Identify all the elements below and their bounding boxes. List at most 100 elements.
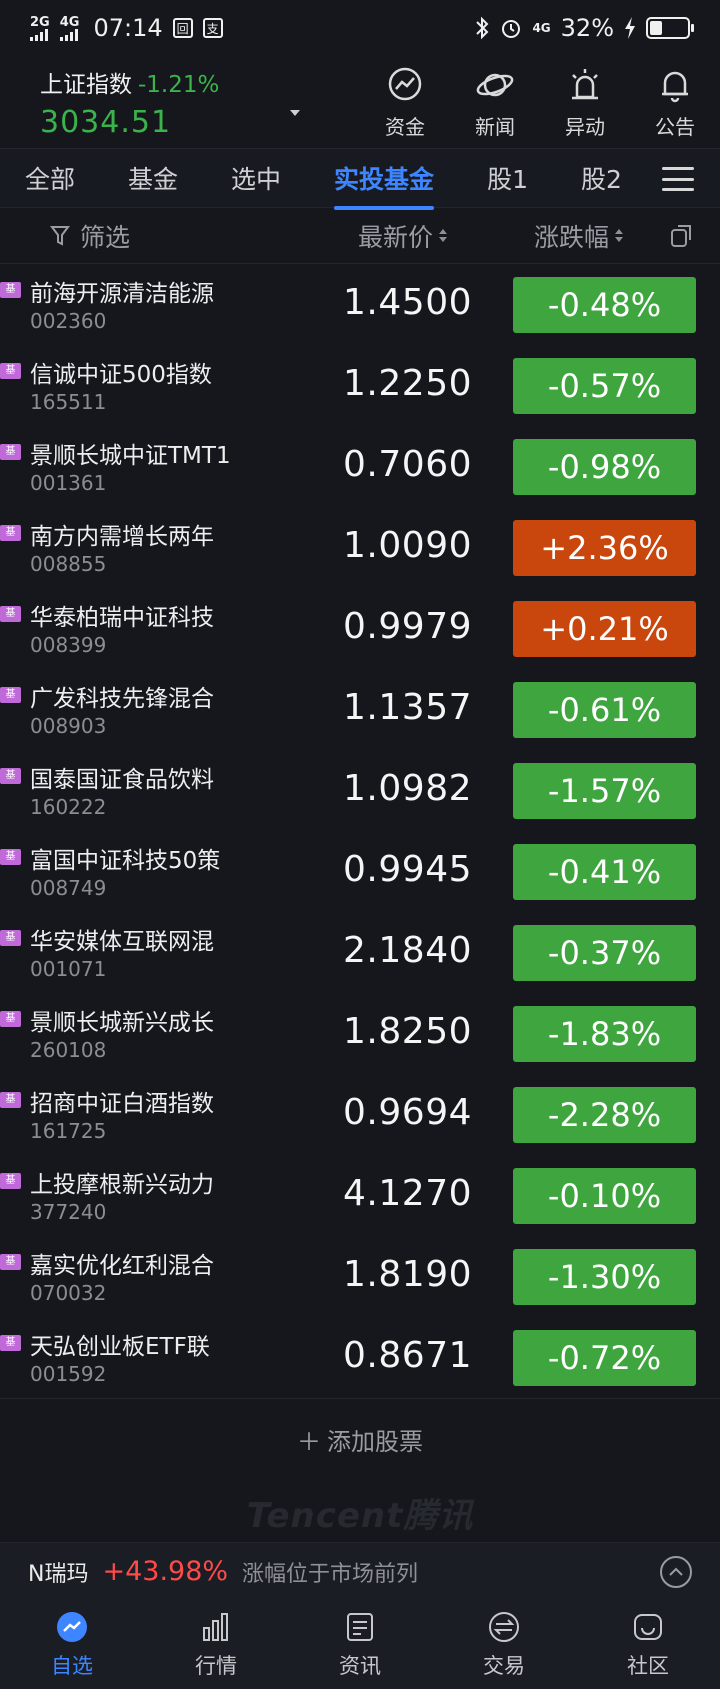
fund-row[interactable]: 基前海开源清洁能源 002360 1.4500 -0.48% xyxy=(0,264,720,345)
nav-trade[interactable]: 交易 xyxy=(432,1600,576,1689)
chevron-up-icon[interactable] xyxy=(660,1556,692,1588)
fund-code: 160222 xyxy=(30,795,107,819)
caret-down-icon[interactable] xyxy=(290,110,300,116)
fund-name: 国泰国证食品饮料 xyxy=(30,767,214,793)
fund-code: 008399 xyxy=(30,633,107,657)
nav-favorites[interactable]: 自选 xyxy=(0,1600,144,1689)
fund-price: 0.9979 xyxy=(343,606,472,647)
fund-change-badge[interactable]: -1.57% xyxy=(513,763,696,819)
battery-icon xyxy=(646,17,694,39)
fund-badge: 基 xyxy=(0,1173,21,1189)
nav-news[interactable]: 资讯 xyxy=(288,1600,432,1689)
fund-change-badge[interactable]: +0.21% xyxy=(513,601,696,657)
fund-row[interactable]: 基景顺长城新兴成长 260108 1.8250 -1.83% xyxy=(0,993,720,1074)
fund-row[interactable]: 基富国中证科技50策 008749 0.9945 -0.41% xyxy=(0,831,720,912)
fund-label: 资金 xyxy=(385,114,425,139)
fund-name: 信诚中证500指数 xyxy=(30,362,212,388)
fund-price: 4.1270 xyxy=(343,1173,472,1214)
fund-badge: 基 xyxy=(0,525,21,541)
news-label: 新闻 xyxy=(475,114,515,139)
sort-price-button[interactable]: 最新价 xyxy=(358,218,448,254)
fund-change-badge[interactable]: -2.28% xyxy=(513,1087,696,1143)
fund-code: 070032 xyxy=(30,1281,107,1305)
fund-name: 景顺长城新兴成长 xyxy=(30,1010,214,1036)
fund-change-badge[interactable]: -0.10% xyxy=(513,1168,696,1224)
nav-community[interactable]: 社区 xyxy=(576,1600,720,1689)
fund-name: 广发科技先锋混合 xyxy=(30,686,214,712)
fund-price: 0.9694 xyxy=(343,1092,472,1133)
fund-badge: 基 xyxy=(0,606,21,622)
fund-row[interactable]: 基广发科技先锋混合 008903 1.1357 -0.61% xyxy=(0,669,720,750)
bottom-navigation: 自选 行情 资讯 交易 社区 xyxy=(0,1600,720,1689)
fund-change-badge[interactable]: -1.30% xyxy=(513,1249,696,1305)
fund-name: 前海开源清洁能源 xyxy=(30,281,214,307)
fund-badge: 基 xyxy=(0,849,21,865)
fund-row[interactable]: 基天弘创业板ETF联 001592 0.8671 -0.72% xyxy=(0,1317,720,1398)
fund-row[interactable]: 基南方内需增长两年 008855 1.0090 +2.36% xyxy=(0,507,720,588)
fund-name: 景顺长城中证TMT1 xyxy=(30,443,231,469)
fund-code: 002360 xyxy=(30,309,107,333)
nav-news-label: 资讯 xyxy=(339,1653,381,1678)
fund-change-badge[interactable]: -0.37% xyxy=(513,925,696,981)
announcement-button[interactable]: 公告 xyxy=(630,65,720,140)
bluetooth-icon xyxy=(476,16,489,40)
tab-stock1[interactable]: 股1 xyxy=(462,160,528,196)
fund-price: 1.1357 xyxy=(343,687,472,728)
battery-percent: 32% xyxy=(560,14,614,42)
menu-icon[interactable] xyxy=(662,167,694,191)
index-summary[interactable]: 上证指数 -1.21% 3034.51 xyxy=(40,65,320,140)
fund-code: 260108 xyxy=(30,1038,107,1062)
fund-change-badge[interactable]: +2.36% xyxy=(513,520,696,576)
tab-all[interactable]: 全部 xyxy=(0,160,75,196)
fund-name: 南方内需增长两年 xyxy=(30,524,214,550)
status-bar: 2G 4G 07:14 回 支 4G 32% xyxy=(0,0,720,56)
tab-real-fund[interactable]: 实投基金 xyxy=(309,160,435,210)
fund-name: 华安媒体互联网混 xyxy=(30,929,214,955)
fund-row[interactable]: 基嘉实优化红利混合 070032 1.8190 -1.30% xyxy=(0,1236,720,1317)
fund-price: 1.8190 xyxy=(343,1254,472,1295)
fund-row[interactable]: 基招商中证白酒指数 161725 0.9694 -2.28% xyxy=(0,1074,720,1155)
fund-badge: 基 xyxy=(0,930,21,946)
fund-row[interactable]: 基华泰柏瑞中证科技 008399 0.9979 +0.21% xyxy=(0,588,720,669)
fund-change-badge[interactable]: -0.98% xyxy=(513,439,696,495)
fund-change-badge[interactable]: -0.41% xyxy=(513,844,696,900)
movement-button[interactable]: 异动 xyxy=(540,65,630,140)
fund-row[interactable]: 基上投摩根新兴动力 377240 4.1270 -0.10% xyxy=(0,1155,720,1236)
filter-button[interactable]: 筛选 xyxy=(50,218,130,254)
change-column-label: 涨跌幅 xyxy=(534,222,610,252)
fund-code: 165511 xyxy=(30,390,107,414)
fund-price: 1.4500 xyxy=(343,282,472,323)
fund-row[interactable]: 基景顺长城中证TMT1 001361 0.7060 -0.98% xyxy=(0,426,720,507)
nav-community-label: 社区 xyxy=(627,1653,669,1678)
fund-button[interactable]: 资金 xyxy=(360,65,450,140)
market-ticker[interactable]: N瑞玛 +43.98% 涨幅位于市场前列 xyxy=(0,1542,720,1600)
fund-price: 0.8671 xyxy=(343,1335,472,1376)
nav-market[interactable]: 行情 xyxy=(144,1600,288,1689)
fund-price: 0.9945 xyxy=(343,849,472,890)
fund-code: 008903 xyxy=(30,714,107,738)
fund-price: 1.2250 xyxy=(343,363,472,404)
filter-icon xyxy=(50,225,70,246)
column-header: 筛选 最新价 涨跌幅 xyxy=(0,208,720,264)
fund-code: 161725 xyxy=(30,1119,107,1143)
news-button[interactable]: 新闻 xyxy=(450,65,540,140)
fund-change-badge[interactable]: -0.72% xyxy=(513,1330,696,1386)
tencent-logo: Tencent腾讯 xyxy=(246,1496,474,1536)
fund-change-badge[interactable]: -0.48% xyxy=(513,277,696,333)
fund-change-badge[interactable]: -1.83% xyxy=(513,1006,696,1062)
fund-row[interactable]: 基华安媒体互联网混 001071 2.1840 -0.37% xyxy=(0,912,720,993)
fund-badge: 基 xyxy=(0,1335,21,1351)
tab-selected[interactable]: 选中 xyxy=(206,160,281,196)
sort-change-button[interactable]: 涨跌幅 xyxy=(534,218,624,254)
fund-change-badge[interactable]: -0.61% xyxy=(513,682,696,738)
index-change: -1.21% xyxy=(138,71,220,98)
tab-stock2[interactable]: 股2 xyxy=(556,160,622,196)
copy-icon[interactable] xyxy=(668,222,696,250)
fund-change-badge[interactable]: -0.57% xyxy=(513,358,696,414)
app-notification-icon: 支 xyxy=(202,18,223,38)
fund-row[interactable]: 基信诚中证500指数 165511 1.2250 -0.57% xyxy=(0,345,720,426)
fund-price: 1.8250 xyxy=(343,1011,472,1052)
add-stock-button[interactable]: ＋ 添加股票 xyxy=(0,1398,720,1479)
fund-row[interactable]: 基国泰国证食品饮料 160222 1.0982 -1.57% xyxy=(0,750,720,831)
tab-fund[interactable]: 基金 xyxy=(103,160,178,196)
